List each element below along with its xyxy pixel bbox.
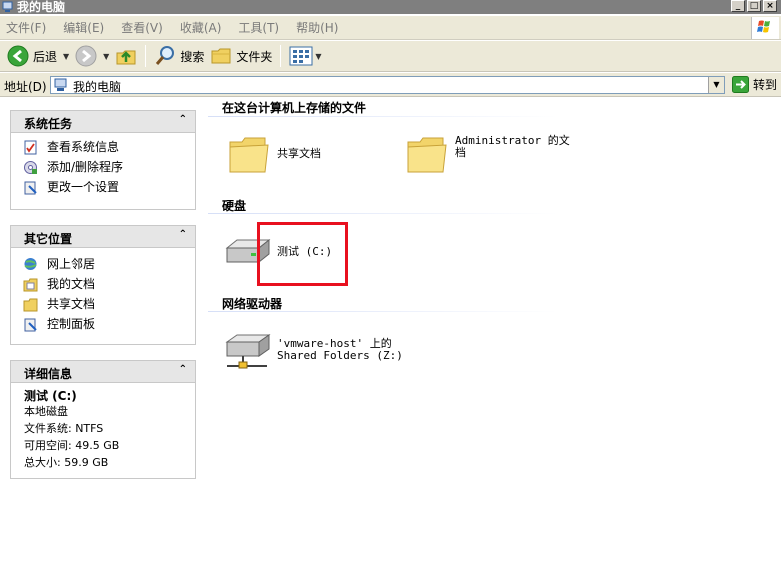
search-button[interactable]: 搜索 xyxy=(151,43,207,69)
chevron-down-icon[interactable]: ▼ xyxy=(103,52,109,61)
details-filesystem: 文件系统: NTFS xyxy=(24,422,104,435)
toolbar-separator xyxy=(145,45,147,67)
views-button[interactable]: ▼ xyxy=(286,43,324,69)
shared-documents-item[interactable]: 共享文档 xyxy=(227,132,321,176)
menu-help[interactable]: 帮助(H) xyxy=(296,19,338,36)
up-folder-button[interactable] xyxy=(112,43,140,69)
menu-file[interactable]: 文件(F) xyxy=(6,19,46,36)
view-grid-icon xyxy=(289,46,313,66)
section-stored-files-title: 在这台计算机上存储的文件 xyxy=(222,101,367,115)
system-info-icon xyxy=(24,140,37,155)
menu-favorites[interactable]: 收藏(A) xyxy=(180,19,222,36)
collapse-icon[interactable]: ⌃ xyxy=(179,229,187,240)
menu-tools[interactable]: 工具(T) xyxy=(238,19,279,36)
window-title: 我的电脑 xyxy=(17,0,66,14)
back-button[interactable]: 后退 ▼ xyxy=(4,43,72,69)
details-total-size: 总大小: 59.9 GB xyxy=(24,456,109,469)
address-label: 地址(D) xyxy=(4,80,47,94)
address-input[interactable]: 我的电脑 ▼ xyxy=(50,76,725,94)
menu-bar: 文件(F) 编辑(E) 查看(V) 收藏(A) 工具(T) 帮助(H) xyxy=(0,16,781,40)
section-divider xyxy=(208,116,558,117)
section-divider xyxy=(208,311,558,312)
folders-button[interactable]: 文件夹 xyxy=(207,43,275,69)
drive-c-highlight-box xyxy=(257,222,348,286)
title-bar[interactable]: 我的电脑 _ □ × xyxy=(0,0,781,14)
up-folder-icon xyxy=(116,50,136,65)
task-change-setting[interactable]: 更改一个设置 xyxy=(11,177,195,197)
details-body: 测试 (C:) 本地磁盘 文件系统: NTFS 可用空间: 49.5 GB 总大… xyxy=(11,383,195,477)
details-free-space: 可用空间: 49.5 GB xyxy=(24,439,120,452)
forward-button[interactable]: ▼ xyxy=(72,43,112,69)
windows-logo-icon xyxy=(751,17,779,39)
place-control-panel[interactable]: 控制面板 xyxy=(11,314,195,334)
maximize-button[interactable]: □ xyxy=(747,0,761,12)
system-tasks-pane: 系统任务 ⌃ 查看系统信息 添加/删除程序 更改一个设置 xyxy=(10,110,196,210)
address-bar: 地址(D) 我的电脑 ▼ 转到 xyxy=(0,73,781,97)
details-pane: 详细信息 ⌃ 测试 (C:) 本地磁盘 文件系统: NTFS 可用空间: 49.… xyxy=(10,360,196,479)
place-network-neighborhood[interactable]: 网上邻居 xyxy=(11,254,195,274)
folder-icon xyxy=(407,137,447,173)
task-view-system-info[interactable]: 查看系统信息 xyxy=(11,137,195,157)
section-divider xyxy=(208,213,558,214)
back-arrow-icon xyxy=(7,45,29,67)
section-network-drives-title: 网络驱动器 xyxy=(222,297,283,311)
place-my-documents[interactable]: 我的文档 xyxy=(11,274,195,294)
my-computer-icon xyxy=(54,78,67,91)
address-dropdown-button[interactable]: ▼ xyxy=(708,77,724,93)
section-hard-disks-title: 硬盘 xyxy=(222,199,247,213)
network-icon xyxy=(24,258,37,270)
address-value: 我的电脑 xyxy=(73,80,122,94)
menu-view[interactable]: 查看(V) xyxy=(121,19,163,36)
details-header[interactable]: 详细信息 ⌃ xyxy=(11,361,195,383)
toolbar-separator xyxy=(280,45,282,67)
folder-icon xyxy=(229,137,269,173)
network-drive-name: Shared Folders (Z:) xyxy=(277,349,403,362)
minimize-button[interactable]: _ xyxy=(731,0,745,12)
go-arrow-icon xyxy=(732,76,749,93)
network-drive-icon xyxy=(225,334,271,369)
go-button[interactable]: 转到 xyxy=(732,76,777,93)
system-tasks-header[interactable]: 系统任务 ⌃ xyxy=(11,111,195,133)
my-computer-icon xyxy=(2,1,13,12)
collapse-icon[interactable]: ⌃ xyxy=(179,364,187,375)
network-drive-z-item[interactable]: 'vmware-host' 上的 Shared Folders (Z:) xyxy=(223,332,403,374)
control-panel-icon xyxy=(24,181,37,195)
forward-arrow-icon xyxy=(75,45,97,67)
details-drive-type: 本地磁盘 xyxy=(24,405,68,418)
control-panel-icon xyxy=(24,318,37,332)
other-places-pane: 其它位置 ⌃ 网上邻居 我的文档 共享文档 控制面板 xyxy=(10,225,196,345)
collapse-icon[interactable]: ⌃ xyxy=(179,114,187,125)
folder-icon xyxy=(211,48,231,64)
chevron-down-icon[interactable]: ▼ xyxy=(63,52,69,61)
task-add-remove-programs[interactable]: 添加/删除程序 xyxy=(11,157,195,177)
chevron-down-icon[interactable]: ▼ xyxy=(315,52,321,61)
close-button[interactable]: × xyxy=(763,0,777,12)
folder-icon xyxy=(23,298,38,312)
toolbar: 后退 ▼ ▼ 搜索 文件夹 ▼ xyxy=(0,41,781,72)
details-drive-name: 测试 (C:) xyxy=(24,389,77,403)
place-shared-documents[interactable]: 共享文档 xyxy=(11,294,195,314)
other-places-header[interactable]: 其它位置 ⌃ xyxy=(11,226,195,248)
search-icon xyxy=(156,46,175,65)
add-remove-programs-icon xyxy=(24,161,37,174)
my-documents-icon xyxy=(23,278,38,292)
menu-edit[interactable]: 编辑(E) xyxy=(63,19,104,36)
administrator-documents-item[interactable]: Administrator 的文档 xyxy=(405,132,571,176)
